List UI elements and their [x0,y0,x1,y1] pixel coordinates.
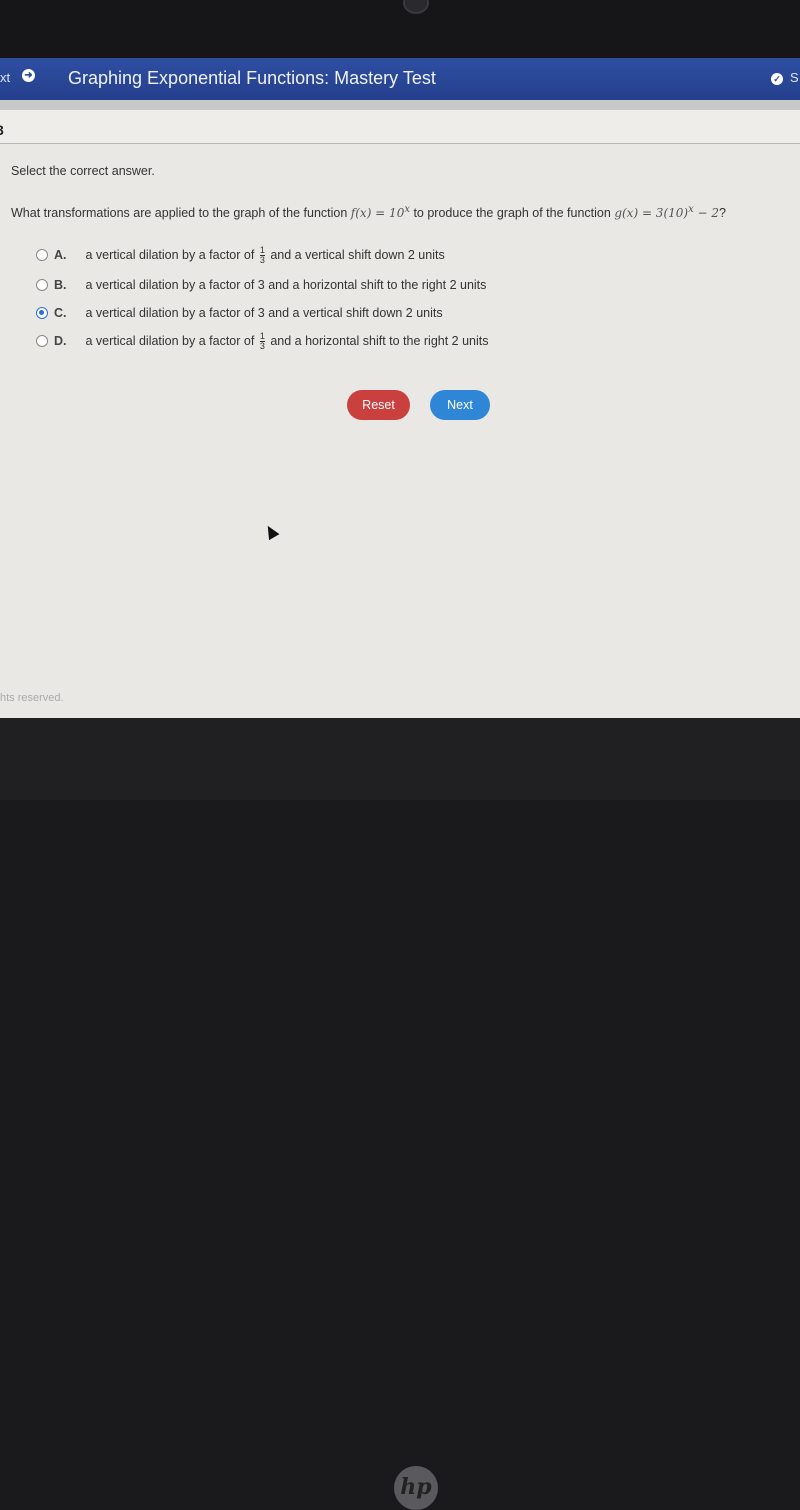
f-exponent: x [404,204,410,215]
question-part1: What transformations are applied to the … [11,206,348,220]
sub-bar [0,100,800,110]
webcam [403,0,429,14]
arrow-right-circle-icon[interactable]: ➜ [22,69,35,82]
f-expr: f(x) = 10 [350,206,405,220]
mouse-cursor-icon [262,522,280,541]
submit-link[interactable]: S [790,70,799,85]
option-text: and a vertical shift down 2 units [270,247,445,262]
option-c[interactable]: C. a vertical dilation by a factor of 3 … [36,306,443,320]
question-mark: ? [719,206,726,220]
option-text: a vertical dilation by a factor of [85,247,255,262]
check-circle-icon[interactable]: ✓ [771,73,783,85]
next-button[interactable]: Next [430,390,490,420]
g-tail: − 2 [693,206,720,220]
function-g: g(x) = 3(10)x − 2 [614,204,720,220]
function-f: f(x) = 10x [350,204,410,220]
radio-c-selected[interactable] [36,307,48,319]
option-d[interactable]: D. a vertical dilation by a factor of 13… [36,332,489,351]
question-part2: to produce the graph of the function [413,206,611,220]
question-number-bar: 3 [0,110,800,144]
page-title: Graphing Exponential Functions: Mastery … [68,68,436,88]
option-letter: C. [54,306,67,320]
copyright-footer: hts reserved. [0,692,64,704]
hp-logo: hp [394,1466,438,1510]
screen: xt ➜ Graphing Exponential Functions: Mas… [0,58,800,718]
radio-b[interactable] [36,279,48,291]
radio-a[interactable] [36,248,48,261]
option-text: a vertical dilation by a factor of 3 and… [85,278,487,292]
option-letter: B. [54,278,67,292]
reset-button[interactable]: Reset [347,390,410,420]
fraction: 13 [259,246,265,265]
laptop-bezel-bottom: hp [0,718,800,1510]
radio-d[interactable] [36,334,48,347]
fraction: 13 [259,332,265,351]
option-b[interactable]: B. a vertical dilation by a factor of 3 … [36,278,486,292]
option-a[interactable]: A. a vertical dilation by a factor of 13… [36,246,445,265]
laptop-bezel-top [0,0,800,60]
frac-den: 3 [259,341,265,351]
option-text: and a horizontal shift to the right 2 un… [270,333,489,348]
frac-den: 3 [259,255,265,265]
option-letter: A. [54,247,67,262]
option-letter: D. [54,333,67,348]
option-text: a vertical dilation by a factor of [85,333,255,348]
question-number: 3 [0,122,4,138]
instruction: Select the correct answer. [11,164,155,178]
header-bar: xt ➜ Graphing Exponential Functions: Mas… [0,58,800,100]
option-text: a vertical dilation by a factor of 3 and… [85,306,443,320]
previous-link[interactable]: xt [0,70,10,85]
g-expr: g(x) = 3(10) [614,206,689,220]
question-text: What transformations are applied to the … [11,204,726,220]
